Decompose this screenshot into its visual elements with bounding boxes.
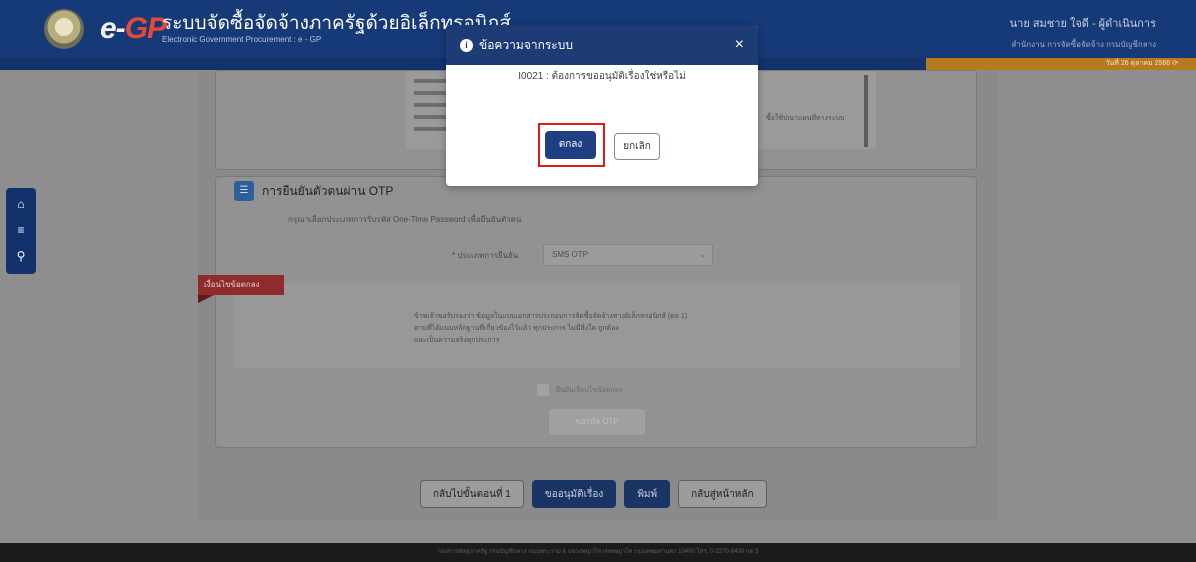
dialog-message: I0021 : ต้องการขออนุมัติเรื่องใช่หรือไม่ xyxy=(518,71,686,82)
otp-section-header: ☰ การยืนยันตัวตนผ่าน OTP xyxy=(234,178,393,204)
document-scrollbar[interactable] xyxy=(864,75,868,147)
dialog-header: i ข้อความจากระบบ × xyxy=(446,25,758,65)
verify-type-select[interactable]: SMS OTP ⌄ xyxy=(543,244,713,266)
home-icon[interactable]: ⌂ xyxy=(6,194,36,214)
agree-checkbox[interactable] xyxy=(537,384,549,396)
agreement-text: ข้าพเจ้าขอรับรองว่า ข้อมูลในแบบเอกสารประ… xyxy=(414,313,688,344)
government-seal-icon xyxy=(44,9,84,49)
user-organization: สำนักงาน การจัดซื้อจัดจ้าง กรมบัญชีกลาง xyxy=(1011,40,1156,49)
otp-description: กรุณาเลือกประเภทการรับรหัส One-Time Pass… xyxy=(288,215,522,224)
otp-section-title: การยืนยันตัวตนผ่าน OTP xyxy=(262,183,394,198)
agree-checkbox-label: ยืนยันเงื่อนไขข้อตกลง xyxy=(556,387,623,394)
system-message-dialog: i ข้อความจากระบบ × I0021 : ต้องการขออนุม… xyxy=(446,25,758,186)
request-otp-button[interactable]: ขอรหัส OTP xyxy=(549,409,645,435)
search-icon[interactable]: ⚲ xyxy=(6,246,36,266)
back-to-home-button[interactable]: กลับสู่หน้าหลัก xyxy=(678,480,767,508)
back-to-step-1-button[interactable]: กลับไปขั้นตอนที่ 1 xyxy=(420,480,524,508)
close-icon[interactable]: × xyxy=(735,37,744,53)
current-date: วันที่ 26 ตุลาคม 2566 ⟳ xyxy=(896,58,1196,70)
egp-logo: e-GP xyxy=(100,12,167,45)
cancel-button[interactable]: ยกเลิก xyxy=(614,133,660,160)
floating-side-nav: ⌂ ≡ ⚲ xyxy=(6,188,36,274)
user-info[interactable]: นาย สมชาย ใจดี - ผู้ดำเนินการ สำนักงาน ก… xyxy=(1010,14,1156,51)
info-icon: i xyxy=(460,38,473,52)
verify-type-label: * ประเภทการยืนยัน xyxy=(452,251,519,260)
bottom-action-bar: กลับไปขั้นตอนที่ 1 ขออนุมัติเรื่อง พิมพ์… xyxy=(420,480,767,508)
chevron-down-icon: ⌄ xyxy=(699,250,706,259)
user-name: นาย สมชาย ใจดี - ผู้ดำเนินการ xyxy=(1009,18,1156,30)
dialog-title: ข้อความจากระบบ xyxy=(479,37,573,52)
ok-button[interactable]: ตกลง xyxy=(545,131,596,159)
agreement-ribbon: เงื่อนไขข้อตกลง xyxy=(198,275,284,295)
document-icon: ☰ xyxy=(234,181,254,201)
submit-approval-button[interactable]: ขออนุมัติเรื่อง xyxy=(531,480,617,508)
system-subtitle: Electronic Government Procurement : e - … xyxy=(162,35,322,44)
document-side-text: ซื้อใช้ปณาแผนที่ทางระบบ xyxy=(766,115,845,122)
page-footer: กองการพัสดุภาครัฐ กรมบัญชีกลาง ถนนพระราม… xyxy=(0,543,1196,562)
ribbon-fold xyxy=(198,295,214,303)
agreement-box: ข้าพเจ้าขอรับรองว่า ข้อมูลในแบบเอกสารประ… xyxy=(234,283,960,369)
print-button[interactable]: พิมพ์ xyxy=(624,480,671,508)
menu-icon[interactable]: ≡ xyxy=(6,220,36,240)
